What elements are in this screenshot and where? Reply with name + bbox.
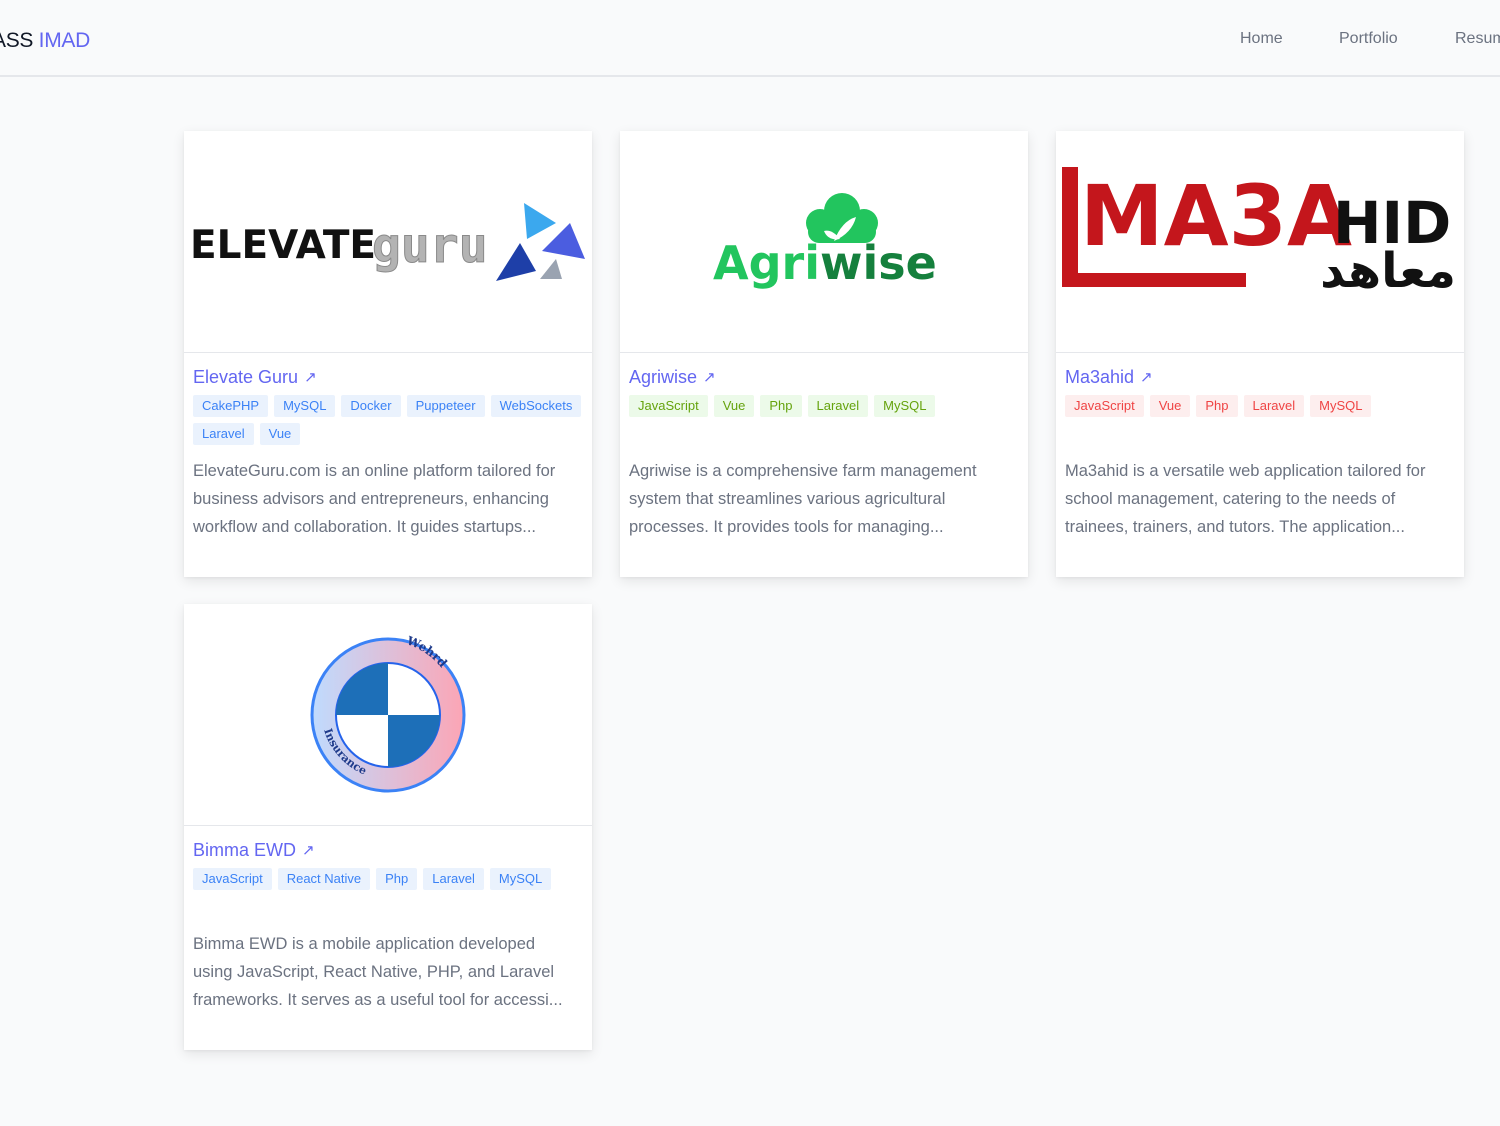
- external-arrow-icon: ↗: [703, 369, 716, 386]
- project-card-ma3ahid: MA3A HID معاهد Ma3ahid ↗ JavaScript Vue P…: [1056, 131, 1464, 577]
- tech-tag: Laravel: [193, 423, 254, 445]
- project-logo-elevate-guru: ELEVATE guru: [184, 131, 592, 353]
- tech-tag: MySQL: [1310, 395, 1372, 417]
- svg-text:guru: guru: [372, 218, 488, 274]
- project-description: Bimma EWD is a mobile application develo…: [193, 935, 563, 1009]
- top-navbar: ASS IMAD Home Portfolio Resume: [0, 0, 1500, 77]
- project-title: Ma3ahid: [1065, 366, 1135, 387]
- tech-tag: React Native: [277, 868, 371, 890]
- project-description: ElevateGuru.com is an online platform ta…: [193, 462, 556, 536]
- external-arrow-icon: ↗: [302, 842, 315, 859]
- project-title-link-agriwise[interactable]: Agriwise ↗: [629, 365, 716, 389]
- tech-tag: Docker: [341, 395, 401, 417]
- project-logo-bimma-ewd: Wehrd Insurance: [184, 604, 592, 826]
- tech-tag: Laravel: [807, 395, 869, 417]
- nav-link-resume[interactable]: Resume: [1455, 30, 1500, 48]
- bimma-ewd-logo-icon: Wehrd Insurance: [310, 633, 466, 792]
- project-logo-agriwise: Agri wise: [620, 131, 1028, 353]
- project-card-agriwise: Agri wise Agriwise ↗ JavaScript Vue Php L…: [620, 131, 1028, 577]
- external-arrow-icon: ↗: [304, 369, 317, 386]
- tech-tag: JavaScript: [193, 868, 272, 890]
- tech-tag: Puppeteer: [406, 395, 485, 417]
- project-card-elevate-guru: ELEVATE guru Elevate Guru ↗ CakePHP MySQL…: [184, 131, 592, 577]
- tech-tag: Php: [1196, 395, 1238, 417]
- tech-tag: Vue: [713, 395, 755, 417]
- tech-tag: WebSockets: [490, 395, 582, 417]
- tech-tag: Vue: [1149, 395, 1191, 417]
- project-description: Ma3ahid is a versatile web application t…: [1065, 462, 1426, 536]
- tag-list: JavaScript Vue Php Laravel MySQL: [629, 395, 1021, 445]
- elevate-guru-logo-icon: ELEVATE guru: [190, 202, 585, 281]
- project-logo-ma3ahid: MA3A HID معاهد: [1056, 131, 1464, 353]
- tech-tag: MySQL: [874, 395, 936, 417]
- tech-tag: Laravel: [423, 868, 484, 890]
- project-title: Bimma EWD: [193, 839, 296, 860]
- external-arrow-icon: ↗: [1140, 369, 1153, 386]
- tag-list: JavaScript Vue Php Laravel MySQL: [1065, 395, 1457, 445]
- nav-link-home[interactable]: Home: [1240, 30, 1283, 48]
- svg-text:Agri: Agri: [713, 236, 820, 290]
- tech-tag: Php: [376, 868, 418, 890]
- tech-tag: MySQL: [274, 395, 336, 417]
- tech-tag: JavaScript: [1065, 395, 1144, 417]
- svg-text:wise: wise: [820, 236, 937, 290]
- tech-tag: Laravel: [1243, 395, 1305, 417]
- project-description: Agriwise is a comprehensive farm managem…: [629, 462, 977, 536]
- svg-text:MA3A: MA3A: [1080, 167, 1352, 265]
- project-title-link-bimma-ewd[interactable]: Bimma EWD ↗: [193, 838, 315, 862]
- nav-link-portfolio[interactable]: Portfolio: [1339, 30, 1398, 48]
- project-title-link-ma3ahid[interactable]: Ma3ahid ↗: [1065, 365, 1153, 389]
- tech-tag: CakePHP: [193, 395, 269, 417]
- tag-list: JavaScript React Native Php Laravel MySQ…: [193, 868, 585, 918]
- nav-links: Home Portfolio Resume: [0, 30, 1500, 54]
- agriwise-logo-icon: Agri wise: [713, 192, 937, 290]
- tech-tag: Php: [760, 395, 802, 417]
- tech-tag: Vue: [259, 423, 301, 445]
- project-title: Elevate Guru: [193, 366, 299, 387]
- project-title-link-elevate-guru[interactable]: Elevate Guru ↗: [193, 365, 317, 389]
- svg-text:معاهد: معاهد: [1320, 243, 1456, 299]
- tech-tag: JavaScript: [629, 395, 708, 417]
- svg-text:ELEVATE: ELEVATE: [190, 223, 376, 268]
- ma3ahid-logo-icon: MA3A HID معاهد: [1062, 166, 1456, 299]
- project-title: Agriwise: [629, 366, 698, 387]
- tag-list: CakePHP MySQL Docker Puppeteer WebSocket…: [193, 395, 585, 445]
- project-card-bimma-ewd: Wehrd Insurance Bimma EWD ↗ JavaScript Re…: [184, 604, 592, 1050]
- tech-tag: MySQL: [489, 868, 552, 890]
